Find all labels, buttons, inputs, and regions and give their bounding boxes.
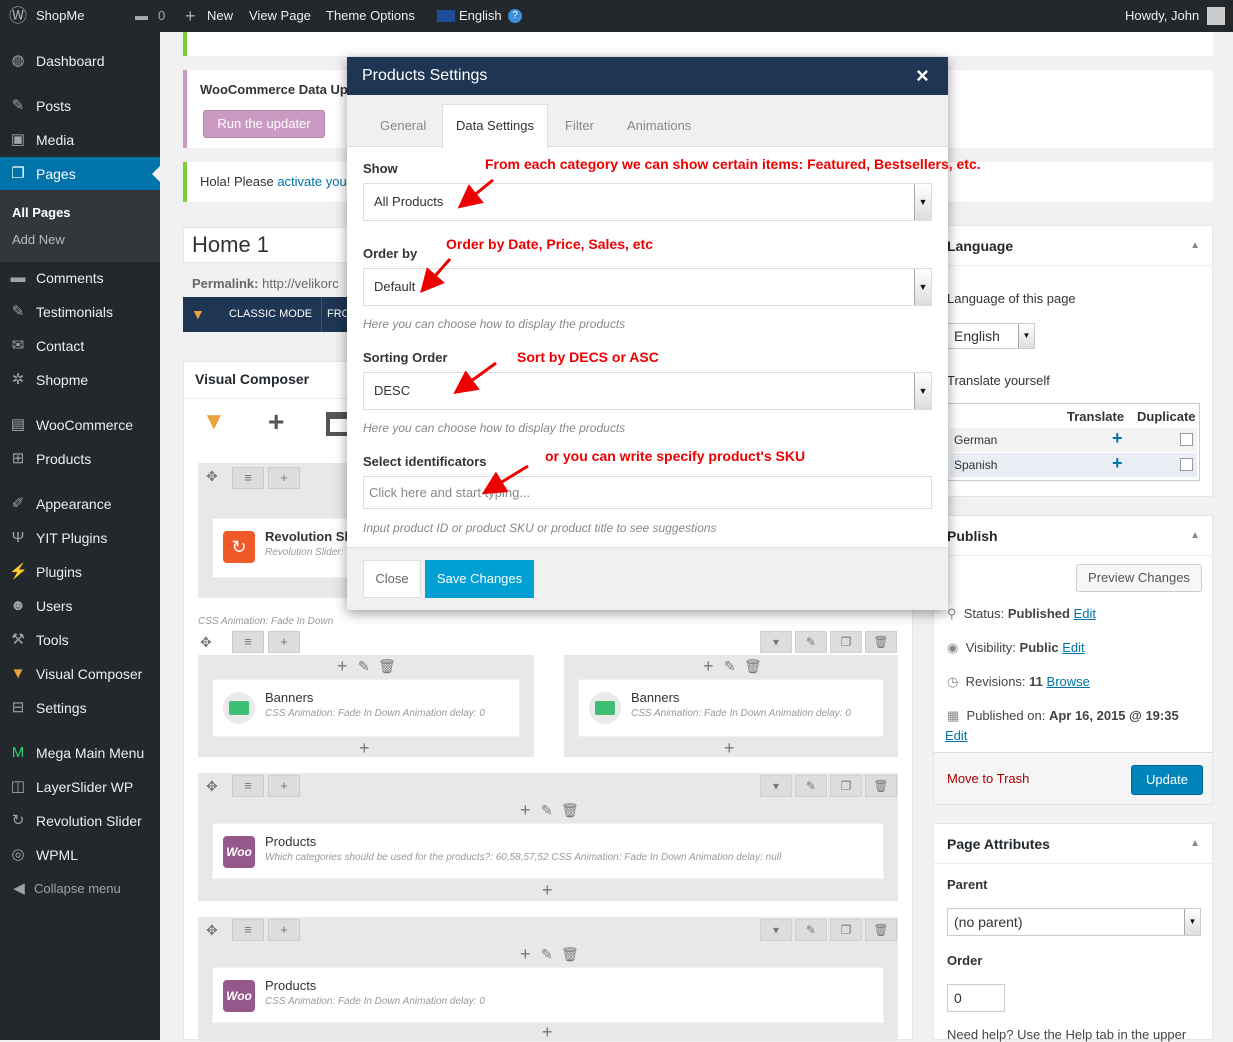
- arrow-order-by: [420, 258, 452, 294]
- annotation-arrows: [420, 178, 529, 495]
- arrow-show: [457, 178, 494, 209]
- arrow-sku: [481, 464, 529, 495]
- arrow-sorting: [453, 361, 497, 395]
